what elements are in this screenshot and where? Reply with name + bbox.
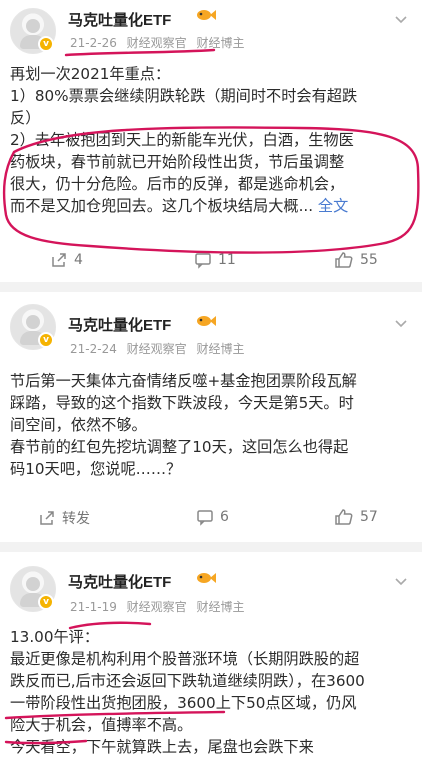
text-line: 险大于机会，值搏率不高。 bbox=[10, 716, 193, 734]
post-text: 13.00午评： 最近更像是机构利用个股普涨环境（长期阴跌股的超 跌反而已,后市… bbox=[10, 626, 416, 758]
post-date[interactable]: 21-1-19 bbox=[70, 600, 117, 614]
thumbs-up-icon bbox=[335, 509, 353, 525]
chevron-down-icon[interactable] bbox=[392, 10, 410, 28]
text-line: 再划一次2021年重点： bbox=[10, 65, 171, 83]
text-line: 码10天吧，您说呢……？ bbox=[10, 460, 182, 478]
like-button[interactable]: 57 bbox=[334, 508, 378, 526]
text-line: 间空间，依然不够。 bbox=[10, 416, 147, 434]
post-card-1[interactable]: v 马克吐量化ETF 21-2-26 财经观察官 财经博主 再划一次2021年重… bbox=[0, 0, 422, 282]
share-icon bbox=[52, 253, 66, 267]
like-button[interactable]: 55 bbox=[334, 251, 378, 269]
text-line: 最近更像是机构利用个股普涨环境（长期阴跌股的超 bbox=[10, 650, 360, 668]
author-name[interactable]: 马克吐量化ETF bbox=[68, 9, 171, 30]
comment-icon bbox=[197, 510, 213, 526]
text-line: 很大，仍十分危险。后市的反弹，都是逃命机会， bbox=[10, 175, 345, 193]
weibo-feed: v 马克吐量化ETF 21-2-26 财经观察官 财经博主 再划一次2021年重… bbox=[0, 0, 422, 770]
post-card-2[interactable]: v 马克吐量化ETF 21-2-24 财经观察官 财经博主 节后第一天集体亢奋情… bbox=[0, 292, 422, 542]
thumbs-up-icon bbox=[335, 252, 353, 268]
action-bar: 4 11 55 bbox=[0, 251, 422, 281]
repost-label: 转发 bbox=[62, 511, 90, 527]
post-text: 再划一次2021年重点： 1）80%票票会继续阴跌轮跌（期间时不时会有超跌 反）… bbox=[10, 63, 416, 217]
comment-count: 11 bbox=[218, 252, 236, 268]
verified-badge-icon: v bbox=[38, 332, 54, 348]
text-line: 13.00午评： bbox=[10, 628, 100, 646]
fish-emblem-icon bbox=[197, 10, 216, 20]
tag-1: 财经观察官 bbox=[126, 36, 187, 50]
tag-2: 财经博主 bbox=[196, 600, 245, 614]
tag-2: 财经博主 bbox=[196, 36, 245, 50]
text-line: 而不是又加仓兜回去。这几个板块结局大概... bbox=[10, 197, 314, 215]
action-bar: 转发 6 57 bbox=[0, 508, 422, 538]
tag-2: 财经博主 bbox=[196, 342, 245, 356]
text-line: 反） bbox=[10, 109, 41, 127]
text-line: 药板块，春节前就已开始阶段性出货，节后虽调整 bbox=[10, 153, 345, 171]
author-name[interactable]: 马克吐量化ETF bbox=[68, 571, 171, 592]
post-date[interactable]: 21-2-26 bbox=[70, 36, 117, 50]
like-count: 55 bbox=[360, 252, 378, 268]
text-line: 一带阶段性出货抱团股，3600上下50点区域，仍风 bbox=[10, 694, 357, 712]
repost-count: 4 bbox=[74, 252, 83, 268]
verified-badge-icon: v bbox=[38, 594, 54, 610]
share-icon bbox=[40, 511, 54, 525]
text-line: 2）去年被抱团到天上的新能车光伏，白酒，生物医 bbox=[10, 131, 354, 149]
post-meta: 21-2-24 财经观察官 财经博主 bbox=[70, 340, 251, 357]
fish-emblem-icon bbox=[197, 573, 216, 583]
tag-1: 财经观察官 bbox=[126, 600, 187, 614]
text-line: 1）80%票票会继续阴跌轮跌（期间时不时会有超跌 bbox=[10, 87, 358, 105]
fish-emblem-icon bbox=[197, 316, 216, 326]
text-line: 踩踏，导致的这个指数下跌波段，今天是第5天。时 bbox=[10, 394, 354, 412]
chevron-down-icon[interactable] bbox=[392, 314, 410, 332]
post-text: 节后第一天集体亢奋情绪反噬+基金抱团票阶段瓦解 踩踏，导致的这个指数下跌波段，今… bbox=[10, 370, 416, 480]
text-line: 节后第一天集体亢奋情绪反噬+基金抱团票阶段瓦解 bbox=[10, 372, 357, 390]
comment-count: 6 bbox=[220, 509, 229, 525]
text-line: 今天看空，下午就算跌上去，尾盘也会跌下来 bbox=[10, 738, 314, 756]
verified-badge-icon: v bbox=[38, 36, 54, 52]
author-name[interactable]: 马克吐量化ETF bbox=[68, 314, 171, 335]
tag-1: 财经观察官 bbox=[126, 342, 187, 356]
repost-button[interactable]: 转发 bbox=[38, 508, 90, 528]
chevron-down-icon[interactable] bbox=[392, 572, 410, 590]
post-card-3[interactable]: v 马克吐量化ETF 21-1-19 财经观察官 财经博主 13.00午评： 最… bbox=[0, 552, 422, 770]
comment-button[interactable]: 11 bbox=[194, 251, 236, 269]
text-line: 春节前的红包先挖坑调整了10天，这回怎么也得起 bbox=[10, 438, 349, 456]
text-line: 跌反而已,后市还会返回下跌轨道继续阴跌），在3600 bbox=[10, 672, 365, 690]
comment-icon bbox=[195, 253, 211, 269]
repost-button[interactable]: 4 bbox=[50, 251, 83, 269]
like-count: 57 bbox=[360, 509, 378, 525]
post-meta: 21-1-19 财经观察官 财经博主 bbox=[70, 598, 251, 615]
comment-button[interactable]: 6 bbox=[196, 508, 229, 526]
post-meta: 21-2-26 财经观察官 财经博主 bbox=[70, 34, 251, 51]
post-date[interactable]: 21-2-24 bbox=[70, 342, 117, 356]
full-text-link[interactable]: 全文 bbox=[318, 197, 348, 215]
